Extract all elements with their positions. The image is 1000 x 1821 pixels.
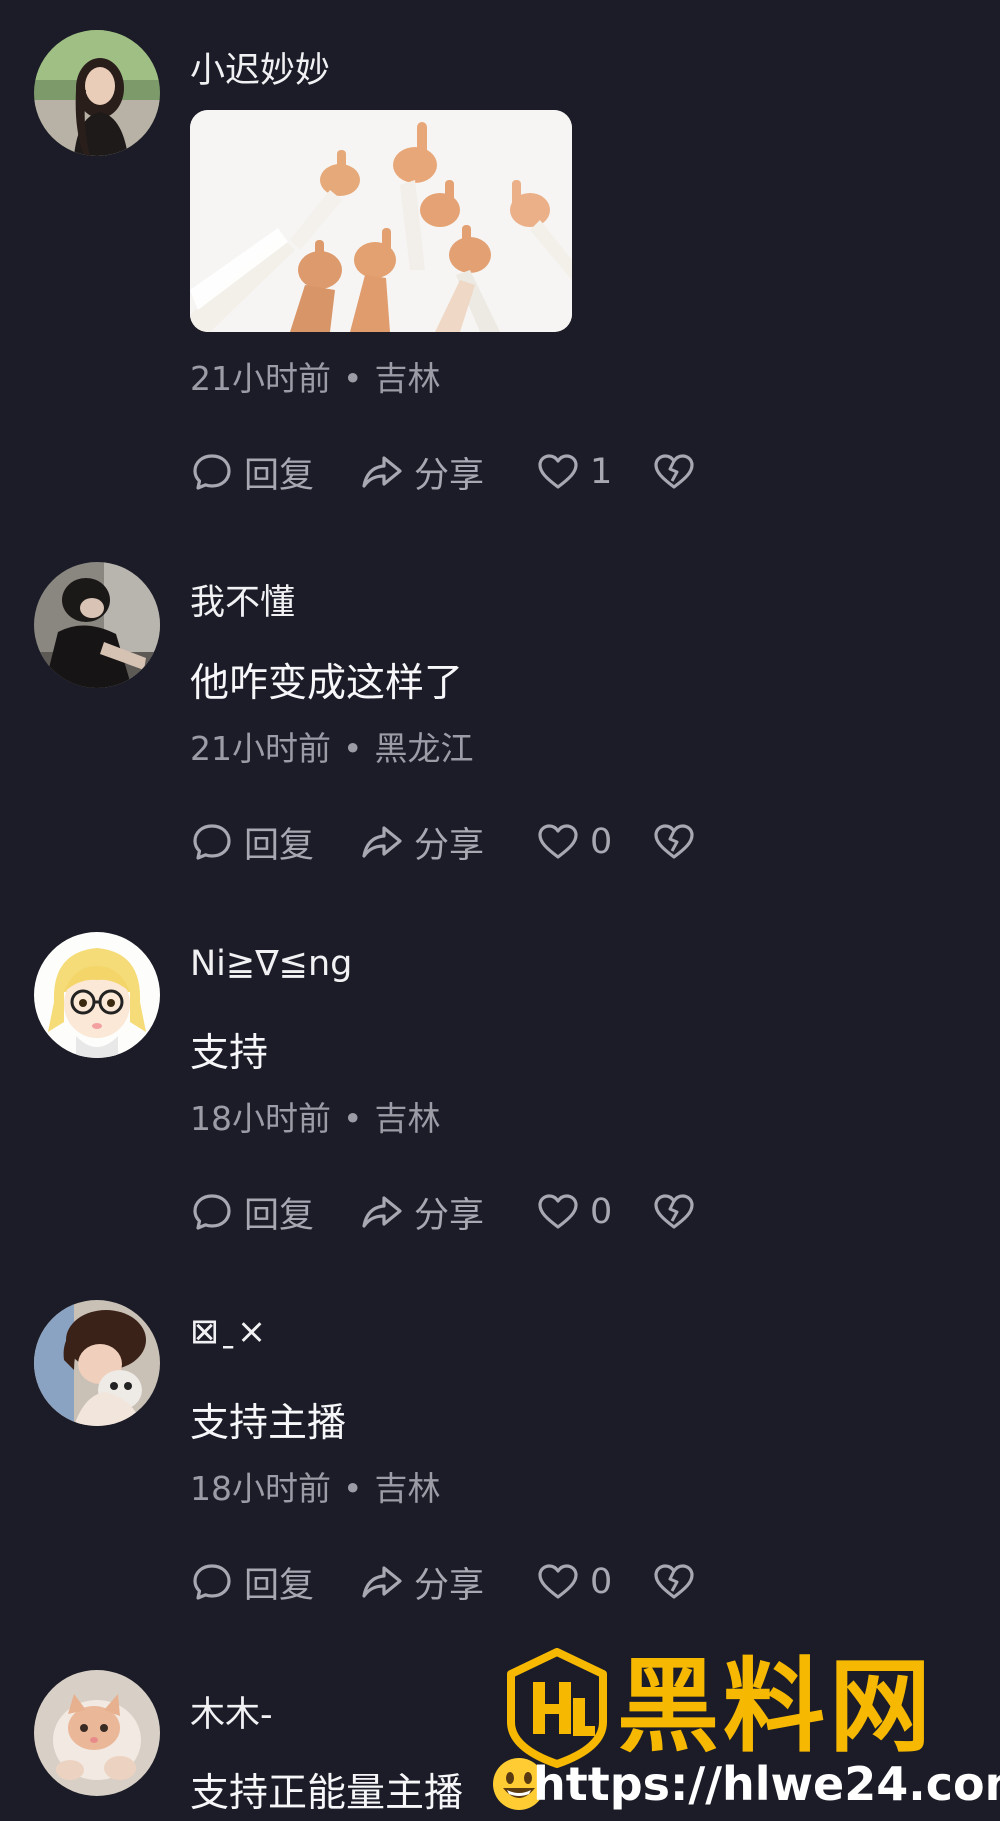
share-label: 分享 — [414, 1565, 485, 1606]
comment-location: 吉林 — [374, 359, 441, 398]
comment-meta: 18小时前 • 吉林 — [190, 1462, 440, 1510]
comment-time: 21小时前 — [190, 359, 331, 398]
comment-bubble-icon — [190, 450, 234, 494]
like-button[interactable]: 0 — [536, 1190, 652, 1234]
broken-heart-icon — [652, 1190, 696, 1234]
meta-separator: • — [343, 1099, 363, 1138]
share-button[interactable]: 分享 — [360, 447, 536, 498]
reply-button[interactable]: 回复 — [190, 1187, 360, 1238]
username[interactable]: 小迟妙妙 — [190, 42, 330, 93]
sticker-image[interactable] — [190, 110, 572, 332]
share-label: 分享 — [414, 825, 485, 866]
comment-meta: 18小时前 • 吉林 — [190, 1092, 440, 1140]
share-label: 分享 — [414, 1195, 485, 1236]
avatar[interactable] — [34, 562, 160, 688]
share-arrow-icon — [360, 820, 404, 864]
dislike-button[interactable] — [652, 820, 696, 864]
watermark: 黑料网 https://hlwe24.com — [493, 1648, 1000, 1821]
dislike-button[interactable] — [652, 1190, 696, 1234]
heart-icon — [536, 820, 580, 864]
reply-label: 回复 — [244, 1565, 315, 1606]
comment-list: 小迟妙妙 21小时前 • 吉林 回复 分享 1 我不懂 他咋变成这样了 21小时… — [0, 0, 1000, 1821]
comment-bubble-icon — [190, 820, 234, 864]
share-button[interactable]: 分享 — [360, 1187, 536, 1238]
share-arrow-icon — [360, 1560, 404, 1604]
share-button[interactable]: 分享 — [360, 1557, 536, 1608]
like-count: 0 — [590, 1192, 613, 1232]
avatar[interactable] — [34, 1670, 160, 1796]
reply-label: 回复 — [244, 825, 315, 866]
share-arrow-icon — [360, 1190, 404, 1234]
comment-actions: 回复 分享 0 — [190, 1558, 696, 1606]
reply-button[interactable]: 回复 — [190, 817, 360, 868]
reply-label: 回复 — [244, 455, 315, 496]
comment-text: 支持正能量主播 — [190, 1771, 464, 1816]
watermark-title: 黑料网 — [617, 1648, 935, 1767]
username[interactable]: 木木- — [190, 1686, 273, 1737]
dislike-button[interactable] — [652, 1560, 696, 1604]
comment-meta: 21小时前 • 黑龙江 — [190, 722, 473, 770]
avatar[interactable] — [34, 932, 160, 1058]
comment-text: 支持主播 — [190, 1401, 347, 1446]
dislike-button[interactable] — [652, 450, 696, 494]
username[interactable]: Ni≧∇≦ng — [190, 944, 352, 984]
share-label: 分享 — [414, 455, 485, 496]
comment-text: 支持 — [190, 1031, 269, 1076]
heart-icon — [536, 1190, 580, 1234]
like-count: 0 — [590, 822, 613, 862]
broken-heart-icon — [652, 820, 696, 864]
comment-actions: 回复 分享 0 — [190, 1188, 696, 1236]
comment-text: 他咋变成这样了 — [190, 661, 464, 706]
like-count: 0 — [590, 1562, 613, 1602]
share-arrow-icon — [360, 450, 404, 494]
avatar[interactable] — [34, 1300, 160, 1426]
broken-heart-icon — [652, 1560, 696, 1604]
meta-separator: • — [343, 729, 363, 768]
avatar[interactable] — [34, 30, 160, 156]
watermark-logo-icon — [505, 1648, 609, 1768]
comment-actions: 回复 分享 0 — [190, 818, 696, 866]
heart-icon — [536, 450, 580, 494]
meta-separator: • — [343, 1469, 363, 1508]
comment-location: 吉林 — [374, 1469, 441, 1508]
comment-time: 21小时前 — [190, 729, 331, 768]
like-button[interactable]: 0 — [536, 1560, 652, 1604]
like-button[interactable]: 1 — [536, 450, 652, 494]
comment-bubble-icon — [190, 1190, 234, 1234]
reply-button[interactable]: 回复 — [190, 1557, 360, 1608]
comment-meta: 21小时前 • 吉林 — [190, 352, 440, 400]
watermark-url: https://hlwe24.com — [533, 1757, 1000, 1811]
comment-location: 黑龙江 — [374, 729, 474, 768]
comment-bubble-icon — [190, 1560, 234, 1604]
like-count: 1 — [590, 452, 613, 492]
comment-location: 吉林 — [374, 1099, 441, 1138]
comment-time: 18小时前 — [190, 1469, 331, 1508]
reply-button[interactable]: 回复 — [190, 447, 360, 498]
meta-separator: • — [343, 359, 363, 398]
username[interactable]: ⊠ˍ× — [190, 1312, 266, 1352]
reply-label: 回复 — [244, 1195, 315, 1236]
comment-actions: 回复 分享 1 — [190, 448, 696, 496]
share-button[interactable]: 分享 — [360, 817, 536, 868]
heart-icon — [536, 1560, 580, 1604]
like-button[interactable]: 0 — [536, 820, 652, 864]
broken-heart-icon — [652, 450, 696, 494]
comment-time: 18小时前 — [190, 1099, 331, 1138]
username[interactable]: 我不懂 — [190, 574, 295, 625]
